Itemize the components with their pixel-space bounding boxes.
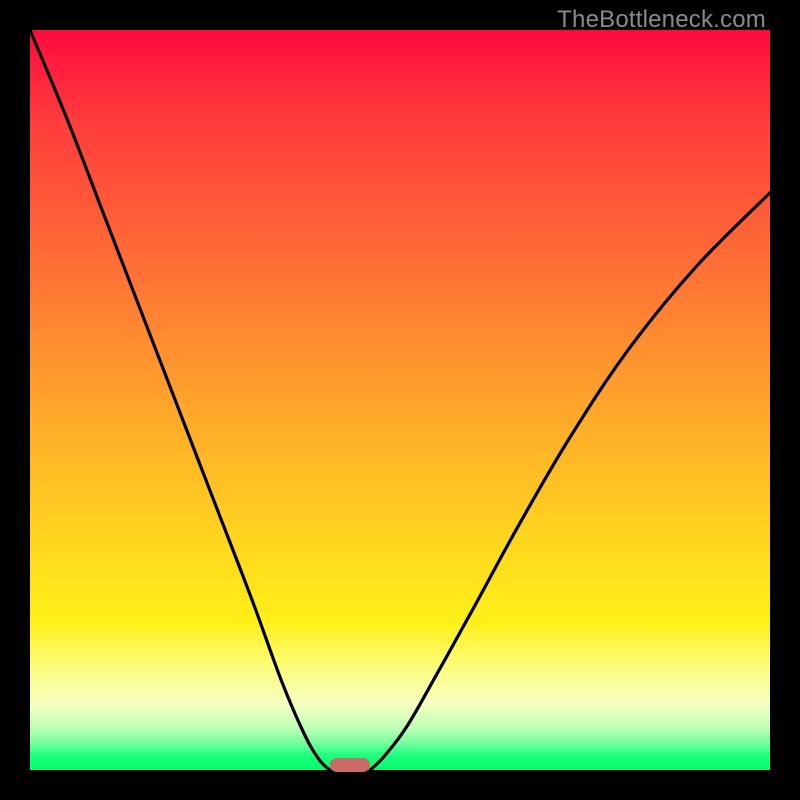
bottleneck-marker xyxy=(330,758,371,772)
curve-left xyxy=(30,30,330,770)
outer-frame: TheBottleneck.com xyxy=(0,0,800,800)
watermark-text: TheBottleneck.com xyxy=(557,6,766,34)
curve-right xyxy=(370,193,770,770)
plot-area xyxy=(30,30,770,770)
curve-layer xyxy=(30,30,770,770)
